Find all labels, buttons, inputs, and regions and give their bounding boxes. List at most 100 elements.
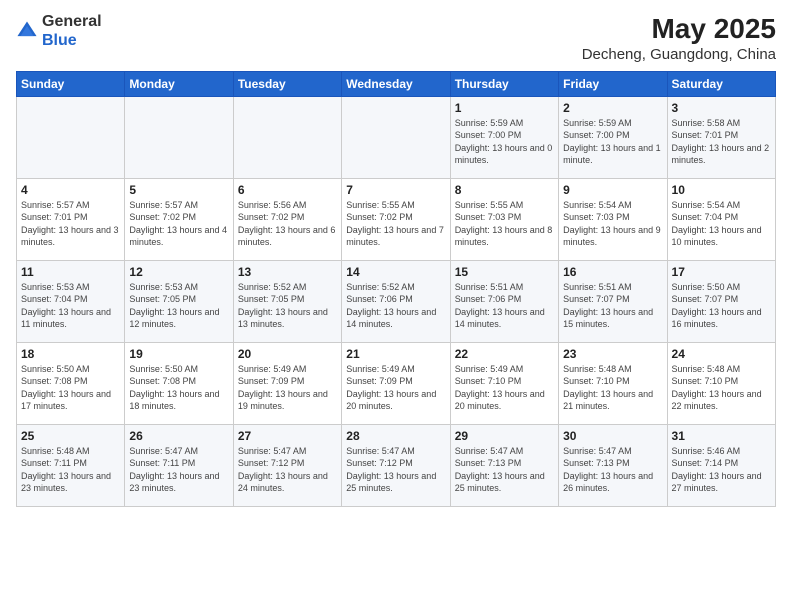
col-header-saturday: Saturday <box>667 71 775 96</box>
day-cell: 22Sunrise: 5:49 AM Sunset: 7:10 PM Dayli… <box>450 342 558 424</box>
day-cell: 29Sunrise: 5:47 AM Sunset: 7:13 PM Dayli… <box>450 424 558 506</box>
day-cell: 25 Sunrise: 5:48 AM Sunset: 7:11 PM Dayli… <box>17 424 125 506</box>
day-info: Sunrise: 5:56 AM Sunset: 7:02 PM Dayligh… <box>238 199 337 249</box>
day-info: Sunrise: 5:50 AM Sunset: 7:08 PM Dayligh… <box>21 363 120 413</box>
day-cell: 14 Sunrise: 5:52 AM Sunset: 7:06 PM Dayli… <box>342 260 450 342</box>
day-number: 15 <box>455 265 554 279</box>
day-number: 9 <box>563 183 662 197</box>
day-cell: 10 Sunrise: 5:54 AM Sunset: 7:04 PM Dayli… <box>667 178 775 260</box>
day-number: 10 <box>672 183 771 197</box>
day-number: 18 <box>21 347 120 361</box>
day-info: Sunrise: 5:49 AM Sunset: 7:10 PM Dayligh… <box>455 363 554 413</box>
day-number: 26 <box>129 429 228 443</box>
day-number: 16 <box>563 265 662 279</box>
day-cell: 20Sunrise: 5:49 AM Sunset: 7:09 PM Dayli… <box>233 342 341 424</box>
day-number: 6 <box>238 183 337 197</box>
day-cell: 6 Sunrise: 5:56 AM Sunset: 7:02 PM Daylig… <box>233 178 341 260</box>
day-cell: 5 Sunrise: 5:57 AM Sunset: 7:02 PM Daylig… <box>125 178 233 260</box>
day-cell: 2 Sunrise: 5:59 AM Sunset: 7:00 PM Daylig… <box>559 96 667 178</box>
day-cell: 24 Sunrise: 5:48 AM Sunset: 7:10 PM Dayli… <box>667 342 775 424</box>
title-block: May 2025 Decheng, Guangdong, China <box>582 12 776 63</box>
day-number: 27 <box>238 429 337 443</box>
day-number: 30 <box>563 429 662 443</box>
day-cell: 9 Sunrise: 5:54 AM Sunset: 7:03 PM Daylig… <box>559 178 667 260</box>
day-cell: 26 Sunrise: 5:47 AM Sunset: 7:11 PM Dayli… <box>125 424 233 506</box>
day-number: 11 <box>21 265 120 279</box>
day-info: Sunrise: 5:50 AM Sunset: 7:07 PM Dayligh… <box>672 281 771 331</box>
page: General Blue May 2025 Decheng, Guangdong… <box>0 0 792 612</box>
day-info: Sunrise: 5:57 AM Sunset: 7:02 PM Dayligh… <box>129 199 228 249</box>
day-info: Sunrise: 5:47 AM Sunset: 7:12 PM Dayligh… <box>238 445 337 495</box>
day-number: 19 <box>129 347 228 361</box>
day-info: Sunrise: 5:49 AM Sunset: 7:09 PM Dayligh… <box>346 363 445 413</box>
logo-icon <box>16 20 38 42</box>
day-cell: 7Sunrise: 5:55 AM Sunset: 7:02 PM Daylig… <box>342 178 450 260</box>
day-info: Sunrise: 5:46 AM Sunset: 7:14 PM Dayligh… <box>672 445 771 495</box>
week-row-0: 1 Sunrise: 5:59 AM Sunset: 7:00 PM Daylig… <box>17 96 776 178</box>
day-cell: 4Sunrise: 5:57 AM Sunset: 7:01 PM Daylig… <box>17 178 125 260</box>
day-info: Sunrise: 5:55 AM Sunset: 7:02 PM Dayligh… <box>346 199 445 249</box>
day-info: Sunrise: 5:48 AM Sunset: 7:11 PM Dayligh… <box>21 445 120 495</box>
day-info: Sunrise: 5:53 AM Sunset: 7:05 PM Dayligh… <box>129 281 228 331</box>
col-header-monday: Monday <box>125 71 233 96</box>
day-number: 5 <box>129 183 228 197</box>
logo: General Blue <box>16 12 102 50</box>
day-number: 20 <box>238 347 337 361</box>
day-info: Sunrise: 5:52 AM Sunset: 7:05 PM Dayligh… <box>238 281 337 331</box>
day-number: 8 <box>455 183 554 197</box>
day-info: Sunrise: 5:52 AM Sunset: 7:06 PM Dayligh… <box>346 281 445 331</box>
day-info: Sunrise: 5:51 AM Sunset: 7:06 PM Dayligh… <box>455 281 554 331</box>
day-number: 31 <box>672 429 771 443</box>
day-number: 2 <box>563 101 662 115</box>
day-cell <box>17 96 125 178</box>
day-info: Sunrise: 5:54 AM Sunset: 7:03 PM Dayligh… <box>563 199 662 249</box>
day-info: Sunrise: 5:59 AM Sunset: 7:00 PM Dayligh… <box>455 117 554 167</box>
header-row: SundayMondayTuesdayWednesdayThursdayFrid… <box>17 71 776 96</box>
day-cell: 21 Sunrise: 5:49 AM Sunset: 7:09 PM Dayli… <box>342 342 450 424</box>
col-header-friday: Friday <box>559 71 667 96</box>
day-cell: 12Sunrise: 5:53 AM Sunset: 7:05 PM Dayli… <box>125 260 233 342</box>
col-header-thursday: Thursday <box>450 71 558 96</box>
day-info: Sunrise: 5:47 AM Sunset: 7:12 PM Dayligh… <box>346 445 445 495</box>
day-info: Sunrise: 5:58 AM Sunset: 7:01 PM Dayligh… <box>672 117 771 167</box>
day-number: 25 <box>21 429 120 443</box>
week-row-3: 18 Sunrise: 5:50 AM Sunset: 7:08 PM Dayli… <box>17 342 776 424</box>
day-info: Sunrise: 5:50 AM Sunset: 7:08 PM Dayligh… <box>129 363 228 413</box>
main-title: May 2025 <box>582 12 776 46</box>
day-number: 17 <box>672 265 771 279</box>
day-number: 21 <box>346 347 445 361</box>
day-info: Sunrise: 5:54 AM Sunset: 7:04 PM Dayligh… <box>672 199 771 249</box>
calendar-table: SundayMondayTuesdayWednesdayThursdayFrid… <box>16 71 776 507</box>
day-cell: 1 Sunrise: 5:59 AM Sunset: 7:00 PM Daylig… <box>450 96 558 178</box>
day-info: Sunrise: 5:48 AM Sunset: 7:10 PM Dayligh… <box>672 363 771 413</box>
day-number: 29 <box>455 429 554 443</box>
day-cell: 11 Sunrise: 5:53 AM Sunset: 7:04 PM Dayli… <box>17 260 125 342</box>
day-cell <box>342 96 450 178</box>
day-cell: 23 Sunrise: 5:48 AM Sunset: 7:10 PM Dayli… <box>559 342 667 424</box>
day-number: 1 <box>455 101 554 115</box>
day-number: 24 <box>672 347 771 361</box>
day-cell: 17 Sunrise: 5:50 AM Sunset: 7:07 PM Dayli… <box>667 260 775 342</box>
week-row-2: 11 Sunrise: 5:53 AM Sunset: 7:04 PM Dayli… <box>17 260 776 342</box>
day-number: 23 <box>563 347 662 361</box>
day-info: Sunrise: 5:48 AM Sunset: 7:10 PM Dayligh… <box>563 363 662 413</box>
day-number: 4 <box>21 183 120 197</box>
day-cell <box>125 96 233 178</box>
day-info: Sunrise: 5:47 AM Sunset: 7:11 PM Dayligh… <box>129 445 228 495</box>
day-cell: 31 Sunrise: 5:46 AM Sunset: 7:14 PM Dayli… <box>667 424 775 506</box>
day-info: Sunrise: 5:51 AM Sunset: 7:07 PM Dayligh… <box>563 281 662 331</box>
day-cell: 18 Sunrise: 5:50 AM Sunset: 7:08 PM Dayli… <box>17 342 125 424</box>
day-cell: 15 Sunrise: 5:51 AM Sunset: 7:06 PM Dayli… <box>450 260 558 342</box>
header: General Blue May 2025 Decheng, Guangdong… <box>16 12 776 63</box>
col-header-wednesday: Wednesday <box>342 71 450 96</box>
day-cell: 28 Sunrise: 5:47 AM Sunset: 7:12 PM Dayli… <box>342 424 450 506</box>
day-number: 14 <box>346 265 445 279</box>
week-row-1: 4Sunrise: 5:57 AM Sunset: 7:01 PM Daylig… <box>17 178 776 260</box>
week-row-4: 25 Sunrise: 5:48 AM Sunset: 7:11 PM Dayli… <box>17 424 776 506</box>
day-info: Sunrise: 5:59 AM Sunset: 7:00 PM Dayligh… <box>563 117 662 167</box>
day-info: Sunrise: 5:47 AM Sunset: 7:13 PM Dayligh… <box>563 445 662 495</box>
day-number: 28 <box>346 429 445 443</box>
day-info: Sunrise: 5:53 AM Sunset: 7:04 PM Dayligh… <box>21 281 120 331</box>
day-cell <box>233 96 341 178</box>
day-cell: 30 Sunrise: 5:47 AM Sunset: 7:13 PM Dayli… <box>559 424 667 506</box>
